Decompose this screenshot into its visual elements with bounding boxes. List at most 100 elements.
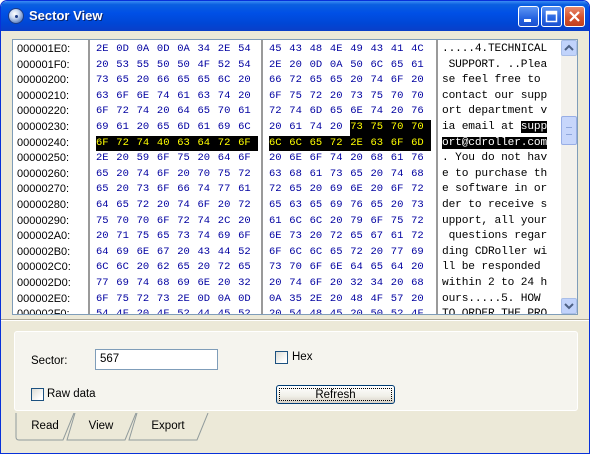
- hex-row-right: 65 63 65 69 76 65 20 73: [269, 198, 424, 211]
- address-column: 000001E0: 000001F0: 00000200: 00000210: 0000…: [13, 40, 88, 314]
- tab-export[interactable]: Export: [127, 413, 209, 441]
- address-row: 00000260:: [17, 167, 69, 180]
- hex-row-right: 6F 75 72 20 73 75 70 70: [269, 89, 424, 102]
- address-row: 000002D0:: [17, 276, 71, 289]
- hex-row-left: 64 65 72 20 74 6F 20 72: [96, 198, 251, 211]
- address-row: 00000290:: [17, 214, 69, 227]
- hex-checkbox[interactable]: [275, 351, 288, 364]
- hex-row-right: 73 70 6F 6E 64 65 64 20: [269, 261, 424, 274]
- ascii-column[interactable]: .....4.TECHNICAL SUPPORT. ..Plea se feel …: [436, 40, 561, 314]
- ascii-row: ll be responded: [442, 261, 548, 274]
- hex-row-left: 6F 75 72 73 2E 0D 0A 0D: [96, 292, 251, 305]
- hex-row-left: 69 61 20 65 6D 61 69 6C: [96, 120, 251, 133]
- hex-viewer[interactable]: 000001E0: 000001F0: 00000200: 00000210: 0000…: [12, 39, 578, 315]
- hex-row-left: 20 71 75 65 73 74 69 6F: [96, 230, 251, 243]
- vertical-scrollbar[interactable]: [561, 40, 577, 314]
- hex-row-right: 2E 20 0D 0A 50 6C 65 61: [269, 58, 424, 71]
- window-title: Sector View: [29, 8, 103, 23]
- hex-row-right: 63 68 61 73 65 20 74 68: [269, 167, 424, 180]
- raw-data-label: Raw data: [47, 388, 96, 400]
- address-row: 000001F0:: [17, 58, 70, 71]
- ascii-row: TO ORDER THE PRO: [438, 307, 561, 314]
- hex-row-left: 2E 20 59 6F 75 20 64 6F: [96, 152, 251, 165]
- splitter[interactable]: [1, 319, 589, 321]
- hex-row-left: 2E 0D 0A 0D 0A 34 2E 54: [96, 43, 251, 55]
- ascii-row: .....4.TECHNICAL: [442, 43, 548, 55]
- hex-column-left[interactable]: 2E 0D 0A 0D 0A 34 2E 54 20 53 55 50 50 4F 52 54 73 65 20 66…: [88, 40, 261, 314]
- hex-row-left: 73 65 20 66 65 65 6C 20: [96, 74, 251, 87]
- tab-strip: Read View Export: [15, 413, 575, 441]
- hex-row-right: 45 43 48 4E 49 43 41 4C: [269, 43, 424, 55]
- ascii-row: . You do not hav: [442, 152, 548, 165]
- refresh-button-label: Refresh: [279, 388, 392, 401]
- close-button[interactable]: [564, 6, 585, 27]
- hex-row-right: 20 74 6F 20 32 34 20 68: [269, 276, 424, 289]
- address-row: 00000230:: [17, 120, 69, 133]
- hex-row-right: 6C 6C 65 72 2E 63 6F 6D: [263, 135, 436, 152]
- hex-row-right: 0A 35 2E 20 48 4F 57 20: [269, 292, 424, 305]
- ascii-row: contact our supp: [442, 89, 548, 102]
- hex-row-left: 6F 72 74 40 63 64 72 6F: [90, 135, 261, 152]
- chevron-up-icon: [564, 44, 574, 51]
- scroll-up-button[interactable]: [561, 40, 577, 56]
- hex-row-left: 63 6F 6E 74 61 63 74 20: [96, 89, 251, 102]
- scroll-thumb[interactable]: [561, 116, 577, 145]
- hex-row-left: 75 70 70 6F 72 74 2C 20: [96, 214, 251, 227]
- close-icon: [569, 11, 580, 22]
- ascii-row: ding CDRoller wi: [442, 245, 548, 258]
- address-row: 000002A0:: [17, 230, 71, 243]
- address-row: 00000270:: [17, 183, 69, 196]
- hex-column-right[interactable]: 45 43 48 4E 49 43 41 4C 2E 20 0D 0A 50 6C 65 61 66 72 65 65…: [261, 40, 436, 314]
- tab-view-label: View: [88, 420, 114, 432]
- ascii-row: se feel free to: [442, 74, 548, 87]
- address-row: 000002E0:: [17, 292, 71, 305]
- ascii-row: questions regar: [442, 230, 548, 243]
- ascii-row: ia email at supp: [442, 120, 548, 133]
- cd-app-icon: [8, 8, 24, 24]
- hex-row-left: 64 69 6E 67 20 43 44 52: [96, 245, 251, 258]
- hex-row-left: 65 20 74 6F 20 70 75 72: [96, 167, 251, 180]
- sector-input[interactable]: 567: [95, 349, 218, 370]
- ascii-row: ort department v: [442, 105, 548, 118]
- address-row: 00000210:: [17, 89, 69, 102]
- address-row: 000002B0:: [17, 245, 71, 258]
- ascii-row: e software in or: [442, 183, 548, 196]
- ascii-row: SUPPORT. ..Plea: [442, 58, 548, 71]
- hex-row-right: 20 6E 6F 74 20 68 61 76: [269, 152, 424, 165]
- maximize-icon: [545, 10, 558, 23]
- address-row: 00000280:: [17, 198, 69, 211]
- hex-row-left: 77 69 74 68 69 6E 20 32: [96, 276, 251, 289]
- ascii-row: e to purchase th: [442, 167, 548, 180]
- hex-row-left: 544F204F52444552: [90, 307, 261, 314]
- ascii-row: der to receive s: [442, 198, 548, 211]
- scroll-down-button[interactable]: [561, 298, 577, 314]
- ascii-row: within 2 to 24 h: [442, 276, 548, 289]
- hex-row-right: 205448452050524F: [263, 307, 436, 314]
- refresh-button[interactable]: Refresh: [276, 385, 395, 404]
- hex-row-left: 65 20 73 6F 66 74 77 61: [96, 183, 251, 196]
- hex-label: Hex: [292, 351, 313, 363]
- sector-view-window: Sector View 000001E0: 000001F0: 00000200: 0…: [0, 0, 590, 454]
- minimize-button[interactable]: [518, 6, 539, 27]
- hex-row-right: 6F 6C 6C 65 72 20 77 69: [269, 245, 424, 258]
- tab-read-label: Read: [31, 420, 59, 432]
- address-row: 00000200:: [17, 74, 69, 87]
- tab-export-label: Export: [151, 420, 185, 432]
- ascii-row: upport, all your: [442, 214, 548, 227]
- hex-row-right: 20 61 74 20 73 75 70 70: [263, 119, 436, 136]
- ascii-row: ours.....5. HOW: [442, 292, 548, 305]
- hex-row-right: 6E 73 20 72 65 67 61 72: [269, 230, 424, 243]
- hex-row-right: 66 72 65 65 20 74 6F 20: [269, 74, 424, 87]
- chevron-down-icon: [564, 303, 574, 310]
- address-row: 000001E0:: [17, 43, 71, 55]
- address-row: 00000220:: [17, 105, 69, 118]
- raw-data-checkbox[interactable]: [31, 388, 44, 401]
- address-row: 000002F0:: [13, 307, 88, 314]
- address-row: 000002C0:: [17, 261, 71, 274]
- ascii-row: ort@cdroller.com: [442, 136, 548, 149]
- hex-row-right: 72 74 6D 65 6E 74 20 76: [269, 105, 424, 118]
- title-bar[interactable]: Sector View: [1, 1, 589, 31]
- maximize-button[interactable]: [541, 6, 562, 27]
- hex-row-left: 6F 72 74 20 64 65 70 61: [96, 105, 251, 118]
- minimize-icon: [524, 19, 531, 22]
